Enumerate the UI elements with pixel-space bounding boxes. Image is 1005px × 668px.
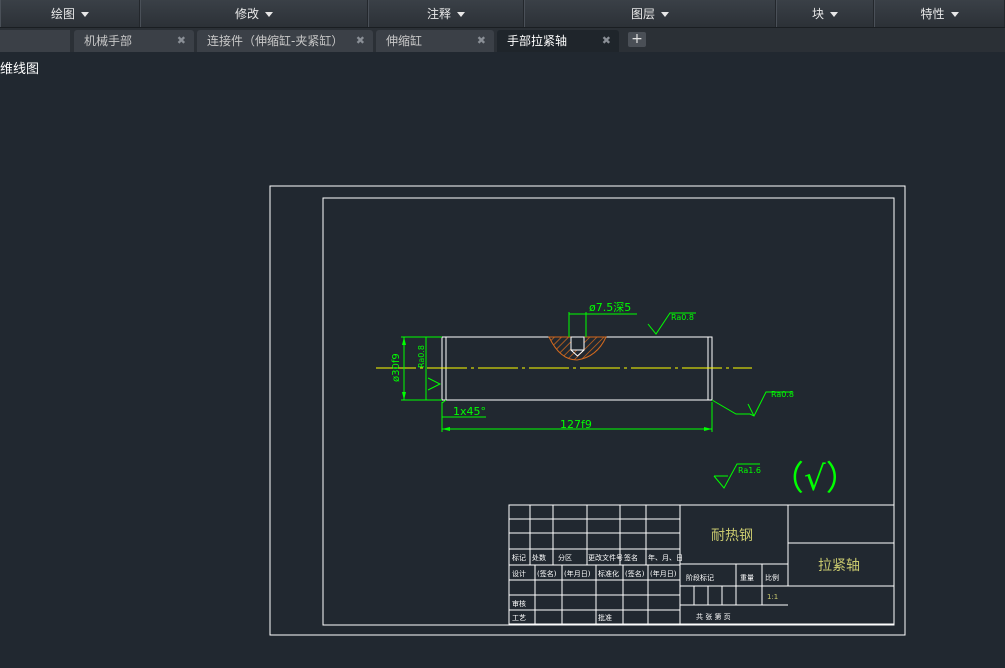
dim-inner-text: Ra0.8 bbox=[417, 345, 426, 368]
tb-header-mark: 标记 bbox=[512, 553, 526, 562]
tb-scale: 1:1 bbox=[767, 593, 778, 601]
tb-sheet-info: 共 张 第 页 bbox=[696, 612, 731, 621]
sheet-outer-border bbox=[269, 185, 906, 636]
tb-header-count: 处数 bbox=[532, 553, 546, 562]
tb-design-sign: (签名) bbox=[537, 569, 557, 578]
tb-weight: 重量 bbox=[740, 574, 754, 582]
dim-length-text: 127f9 bbox=[560, 418, 592, 431]
tb-approve: 批准 bbox=[598, 613, 612, 622]
drawing-canvas[interactable]: ø7.5深5 ø30f9 Ra0.8 1x45° 127f9 Ra0.8 Ra0… bbox=[0, 0, 1005, 668]
tb-standard-sign: (签名) bbox=[625, 569, 645, 578]
dim-hole-text: ø7.5深5 bbox=[589, 301, 631, 314]
general-mark-text: （√） bbox=[770, 459, 860, 499]
tb-design-date: (年月日) bbox=[564, 569, 591, 578]
roughness-right-text: Ra0.8 bbox=[771, 390, 794, 399]
roughness-top-text: Ra0.8 bbox=[671, 313, 694, 322]
part-name-text: 拉紧轴 bbox=[818, 558, 860, 574]
tb-stage: 阶段标记 bbox=[686, 573, 714, 582]
dim-chamfer-text: 1x45° bbox=[453, 405, 486, 418]
tb-header-date: 年、月、日 bbox=[648, 553, 683, 562]
drill-hole bbox=[570, 336, 585, 351]
tb-header-change: 更改文件号 bbox=[588, 553, 623, 562]
tb-header-zone: 分区 bbox=[558, 553, 572, 562]
tb-design: 设计 bbox=[512, 569, 526, 578]
material-text: 耐热钢 bbox=[711, 528, 753, 544]
tb-header-sign: 签名 bbox=[624, 553, 638, 562]
dim-diameter-text: ø30f9 bbox=[391, 353, 402, 382]
tb-standard-date: (年月日) bbox=[650, 569, 677, 578]
roughness-general-text: Ra1.6 bbox=[738, 466, 761, 475]
tb-process: 工艺 bbox=[512, 614, 526, 622]
tb-standard: 标准化 bbox=[598, 569, 619, 578]
tb-ratio: 比例 bbox=[765, 573, 779, 582]
tb-review: 审核 bbox=[512, 599, 526, 608]
